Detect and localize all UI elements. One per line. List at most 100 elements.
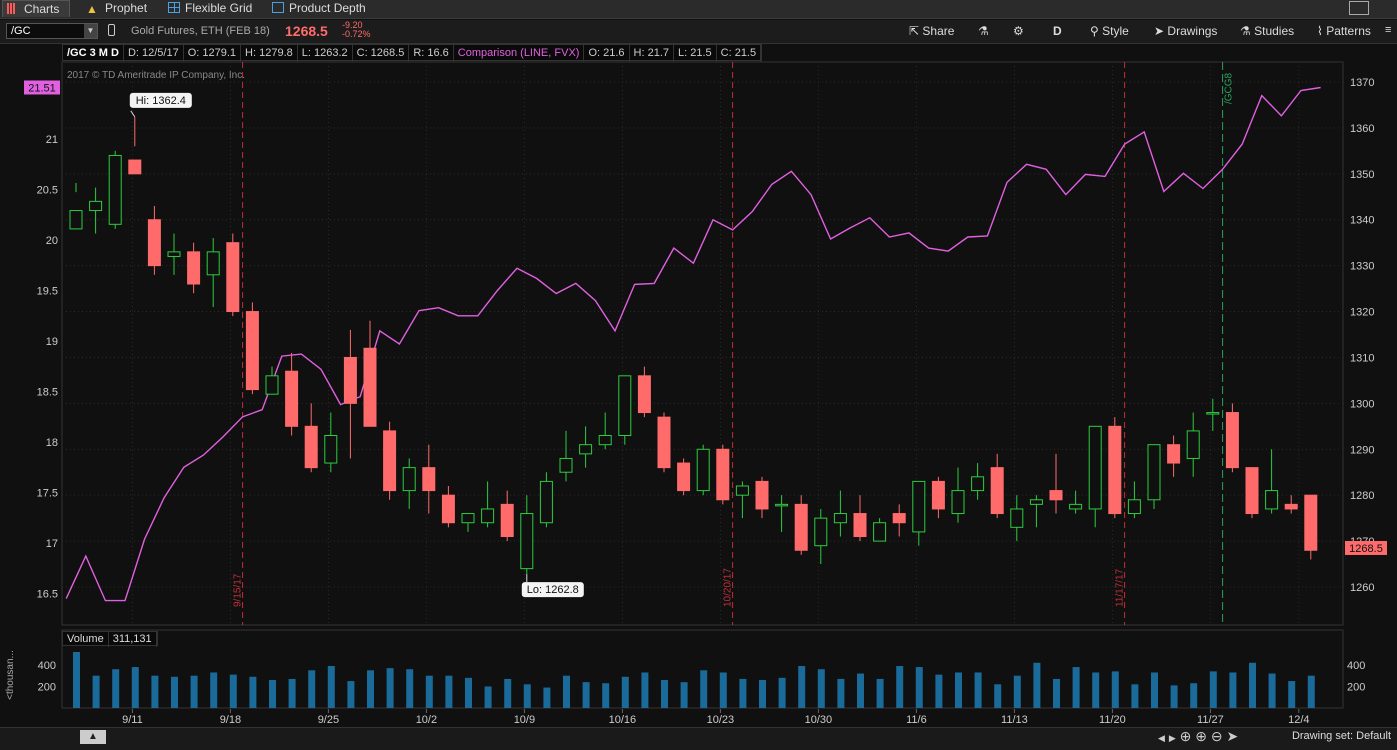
- volume-bar: [543, 687, 551, 708]
- candle-body: [598, 435, 612, 446]
- volume-bar: [523, 684, 531, 708]
- candle-body: [402, 467, 416, 492]
- expiration-marker-label: 10/20/17: [723, 568, 734, 607]
- candle-body: [833, 513, 847, 524]
- right-axis-tick: 1290: [1350, 444, 1374, 456]
- volume-bar: [739, 678, 747, 708]
- x-axis-tick: 10/9: [514, 714, 535, 726]
- expiration-marker-label: 9/15/17: [233, 573, 244, 607]
- x-axis-tick: 9/11: [122, 714, 143, 726]
- volume-bar: [1170, 685, 1178, 708]
- volume-bar: [367, 670, 374, 708]
- info-close: C: 1268.5: [353, 45, 410, 62]
- candle-body: [1049, 490, 1063, 501]
- x-axis-tick: 9/18: [220, 714, 241, 726]
- volume-bar: [73, 652, 80, 708]
- x-axis-tick: 12/4: [1288, 714, 1309, 726]
- candle-body: [637, 375, 651, 414]
- candle-body: [539, 480, 553, 524]
- volume-bar: [876, 678, 884, 708]
- left-arrow-icon[interactable]: ◀: [1158, 733, 1165, 743]
- left-axis-tick: 20: [46, 235, 58, 247]
- candle-body: [343, 356, 357, 404]
- x-axis-tick: 10/23: [707, 714, 735, 726]
- candle-body: [422, 467, 436, 492]
- volume-bar: [1190, 683, 1198, 708]
- left-axis-tick: 20.5: [37, 185, 58, 197]
- volume-value: 311,131: [109, 632, 157, 647]
- candle-body: [814, 517, 828, 547]
- x-axis-tick: 10/16: [609, 714, 637, 726]
- right-arrow-icon[interactable]: ▶: [1169, 733, 1176, 743]
- volume-bar: [1131, 684, 1139, 708]
- candle-body: [951, 490, 965, 515]
- volume-bar: [425, 675, 433, 708]
- candle-body: [128, 159, 142, 175]
- volume-bar: [1249, 662, 1256, 708]
- info-c-open: O: 21.6: [584, 45, 630, 62]
- volume-bar: [798, 666, 806, 708]
- candle-body: [187, 251, 201, 285]
- candle-body: [892, 513, 906, 524]
- candle-body: [1088, 425, 1102, 510]
- volume-bar: [1072, 667, 1080, 708]
- candle-body: [1167, 444, 1181, 464]
- volume-bar: [1288, 681, 1296, 708]
- volume-bar: [112, 669, 120, 708]
- x-axis-tick: 10/30: [805, 714, 833, 726]
- volume-bar: [896, 666, 904, 708]
- candle-body: [853, 513, 867, 538]
- volume-bar: [817, 669, 825, 708]
- candle-body: [500, 503, 514, 538]
- candle-body: [618, 375, 632, 436]
- info-date: D: 12/5/17: [124, 45, 184, 62]
- candle-body: [1069, 503, 1083, 510]
- price-chart[interactable]: 1260127012801290130013101320133013401350…: [0, 0, 1397, 749]
- x-axis-tick: 11/27: [1197, 714, 1224, 726]
- zoom-out-icon[interactable]: ⊖: [1211, 728, 1223, 744]
- volume-bar: [602, 683, 610, 708]
- volume-bar: [719, 672, 727, 708]
- volume-bar: [935, 674, 943, 708]
- volume-bar: [288, 678, 296, 708]
- candle-body: [441, 494, 455, 524]
- right-axis-tick: 1360: [1350, 123, 1374, 135]
- crosshair-icon[interactable]: ⊕: [1180, 728, 1192, 744]
- candle-body: [1147, 444, 1161, 501]
- candle-body: [226, 242, 240, 313]
- zoom-in-icon[interactable]: ⊕: [1195, 728, 1207, 744]
- info-open: O: 1279.1: [184, 45, 242, 62]
- copyright: 2017 © TD Ameritrade IP Company, Inc.: [67, 70, 246, 81]
- candle-body: [147, 219, 161, 267]
- candle-body: [206, 251, 220, 276]
- left-axis-tick: 19: [46, 336, 58, 348]
- volume-bar: [759, 680, 766, 708]
- candle-body: [579, 444, 593, 455]
- collapse-button[interactable]: ▲: [80, 730, 106, 744]
- candle-body: [696, 448, 710, 492]
- pointer-icon[interactable]: ➤: [1227, 728, 1239, 744]
- info-low: L: 1263.2: [298, 45, 353, 62]
- left-axis-tick: 19.5: [37, 286, 58, 298]
- low-label: Lo: 1262.8: [527, 584, 579, 596]
- x-axis-tick: 11/13: [1001, 714, 1028, 726]
- candle-body: [912, 480, 926, 533]
- candle-body: [1010, 508, 1024, 528]
- volume-bar: [210, 672, 218, 708]
- volume-bar: [504, 678, 512, 708]
- right-axis-tick: 1370: [1350, 77, 1374, 89]
- volume-bar: [465, 677, 472, 708]
- left-axis-tick: 18: [46, 437, 58, 449]
- candle-body: [559, 457, 573, 473]
- volume-bar: [308, 670, 316, 708]
- volume-bar: [1268, 673, 1276, 708]
- left-axis-tick: 18.5: [37, 387, 58, 399]
- candle-body: [1304, 494, 1318, 551]
- volume-bar: [445, 675, 453, 708]
- info-comparison: Comparison (LINE, FVX): [454, 45, 585, 62]
- candle-body: [1265, 490, 1279, 510]
- volume-bar: [563, 675, 570, 708]
- right-axis-tick: 1260: [1350, 582, 1374, 594]
- volume-bar: [269, 680, 276, 708]
- right-axis-tick: 1350: [1350, 169, 1374, 181]
